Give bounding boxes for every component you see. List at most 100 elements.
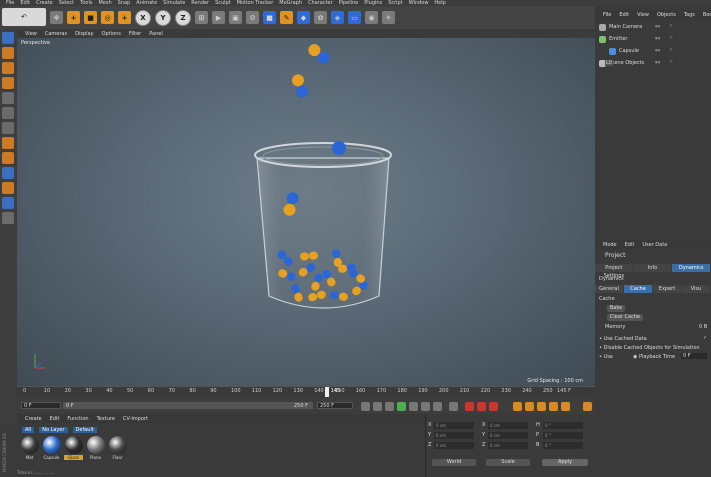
- coord-position-field[interactable]: 0 cm: [434, 442, 474, 449]
- material-menu-texture[interactable]: Texture: [97, 416, 115, 422]
- coord-size-field[interactable]: 0 cm: [488, 422, 528, 429]
- deformer-icon[interactable]: ◈: [331, 11, 344, 24]
- object-menu-bookmarks[interactable]: Bookmarks: [703, 12, 711, 18]
- subdivision-icon[interactable]: ◆: [297, 11, 310, 24]
- coord-rotation-field[interactable]: 0 °: [543, 442, 583, 449]
- visibility-dots-icon[interactable]: ●●: [655, 36, 660, 40]
- pla-key-icon[interactable]: [561, 402, 570, 411]
- texture-mode-icon[interactable]: [2, 62, 14, 74]
- bake-button[interactable]: Bake: [607, 305, 625, 312]
- object-row[interactable]: Capsule ●● ✓: [595, 46, 711, 57]
- move-tool-icon[interactable]: ✥: [50, 11, 63, 24]
- enabled-check-icon[interactable]: ✓: [669, 59, 673, 65]
- polygons-mode-icon[interactable]: [2, 122, 14, 134]
- viewport-menu-panel[interactable]: Panel: [149, 31, 163, 37]
- playhead-marker[interactable]: [324, 387, 329, 397]
- material-swatch[interactable]: Glass: [64, 436, 83, 460]
- viewport-menu-options[interactable]: Options: [102, 31, 121, 37]
- workplane-icon[interactable]: [2, 77, 14, 89]
- clear-cache-button[interactable]: Clear Cache: [607, 314, 643, 321]
- x-axis-toggle[interactable]: X: [135, 9, 151, 26]
- material-swatch[interactable]: Plane: [86, 436, 105, 460]
- previous-frame-icon[interactable]: [385, 402, 394, 411]
- axis-mode-icon[interactable]: [2, 137, 14, 149]
- disable-cached-checkbox[interactable]: • Disable Cached Objects for Simulation: [599, 345, 700, 351]
- next-key-icon[interactable]: [421, 402, 430, 411]
- material-menu-edit[interactable]: Edit: [50, 416, 60, 422]
- camera-icon[interactable]: ◉: [365, 11, 378, 24]
- go-to-end-icon[interactable]: [433, 402, 442, 411]
- attribute-tab[interactable]: Dynamics: [672, 264, 711, 272]
- scale-tool-icon[interactable]: +: [67, 11, 80, 24]
- start-frame-field[interactable]: 0 F: [21, 402, 61, 409]
- viewport-menu-display[interactable]: Display: [75, 31, 93, 37]
- scale-key-icon[interactable]: [525, 402, 534, 411]
- keyframe-selection-icon[interactable]: [489, 402, 498, 411]
- tweak-mode-icon[interactable]: [2, 152, 14, 164]
- perspective-viewport[interactable]: Perspective Grid Spacing: 100 cm: [17, 38, 595, 386]
- world-dropdown[interactable]: World: [432, 459, 476, 466]
- record-icon[interactable]: [465, 402, 474, 411]
- undo-button[interactable]: ↶: [2, 8, 46, 26]
- coordinate-system-icon[interactable]: ⊞: [195, 11, 208, 24]
- playback-time-field[interactable]: 0 F: [681, 353, 707, 359]
- play-icon[interactable]: [397, 402, 406, 411]
- coord-rotation-field[interactable]: 0 °: [543, 422, 583, 429]
- next-frame-icon[interactable]: [409, 402, 418, 411]
- rotate-tool-icon[interactable]: ■: [84, 11, 97, 24]
- enabled-check-icon[interactable]: ✓: [669, 23, 673, 29]
- viewport-menu-cameras[interactable]: Cameras: [45, 31, 67, 37]
- preview-range-slider[interactable]: 0 F 250 F: [63, 402, 313, 409]
- edges-mode-icon[interactable]: [2, 107, 14, 119]
- attribute-tab[interactable]: Expert: [653, 285, 681, 293]
- solo-mode-icon[interactable]: [2, 212, 14, 224]
- attribute-menu-mode[interactable]: Mode: [603, 242, 617, 248]
- add-tool-icon[interactable]: +: [118, 11, 131, 24]
- go-to-start-icon[interactable]: [361, 402, 370, 411]
- render-settings-icon[interactable]: ⚙: [246, 11, 259, 24]
- attribute-tab[interactable]: Visu: [682, 285, 710, 293]
- light-icon[interactable]: ☀: [382, 11, 395, 24]
- previous-key-icon[interactable]: [373, 402, 382, 411]
- material-swatch[interactable]: Capsule: [42, 436, 61, 460]
- material-swatch[interactable]: Mat: [20, 436, 39, 460]
- material-filter-no-layer[interactable]: No Layer: [39, 426, 68, 433]
- material-menu-cv-import[interactable]: CV-Import: [123, 416, 148, 422]
- parameter-key-icon[interactable]: [549, 402, 558, 411]
- attribute-tab[interactable]: General: [595, 285, 623, 293]
- position-key-icon[interactable]: [513, 402, 522, 411]
- visibility-dots-icon[interactable]: ●●: [655, 24, 660, 28]
- object-menu-tags[interactable]: Tags: [684, 12, 695, 18]
- cube-object-icon[interactable]: ■: [263, 11, 276, 24]
- enabled-check-icon[interactable]: ✓: [669, 47, 673, 53]
- coord-size-field[interactable]: 0 cm: [488, 432, 528, 439]
- snap-icon[interactable]: [2, 167, 14, 179]
- material-menu-create[interactable]: Create: [25, 416, 42, 422]
- attribute-menu-edit[interactable]: Edit: [625, 242, 635, 248]
- attribute-menu-user-data[interactable]: User Data: [642, 242, 667, 248]
- model-mode-icon[interactable]: [2, 47, 14, 59]
- loop-icon[interactable]: [449, 402, 458, 411]
- material-filter-default[interactable]: Default: [72, 426, 97, 433]
- coord-rotation-field[interactable]: 0 °: [543, 432, 583, 439]
- object-menu-view[interactable]: View: [637, 12, 649, 18]
- coord-position-field[interactable]: 0 cm: [434, 422, 474, 429]
- rotation-key-icon[interactable]: [537, 402, 546, 411]
- object-row[interactable]: Emitter ●● ✓: [595, 34, 711, 45]
- planar-workplane-icon[interactable]: [2, 197, 14, 209]
- visibility-dots-icon[interactable]: ●●: [655, 60, 660, 64]
- coord-size-field[interactable]: 0 cm: [488, 442, 528, 449]
- coord-position-field[interactable]: 0 cm: [434, 432, 474, 439]
- live-select-icon[interactable]: ◎: [101, 11, 114, 24]
- cloner-icon[interactable]: ✿: [314, 11, 327, 24]
- floor-icon[interactable]: ▭: [348, 11, 361, 24]
- object-row[interactable]: Main Camera ●● ✓: [595, 22, 711, 33]
- use-checkbox[interactable]: • Use: [599, 354, 613, 360]
- material-swatch[interactable]: Floor: [108, 436, 127, 460]
- y-axis-toggle[interactable]: Y: [155, 9, 171, 26]
- make-editable-icon[interactable]: [2, 32, 14, 44]
- render-picture-icon[interactable]: ▣: [229, 11, 242, 24]
- use-cached-data-checkbox[interactable]: • Use Cached Data: [599, 336, 647, 342]
- object-menu-edit[interactable]: Edit: [619, 12, 629, 18]
- material-menu-function[interactable]: Function: [67, 416, 88, 422]
